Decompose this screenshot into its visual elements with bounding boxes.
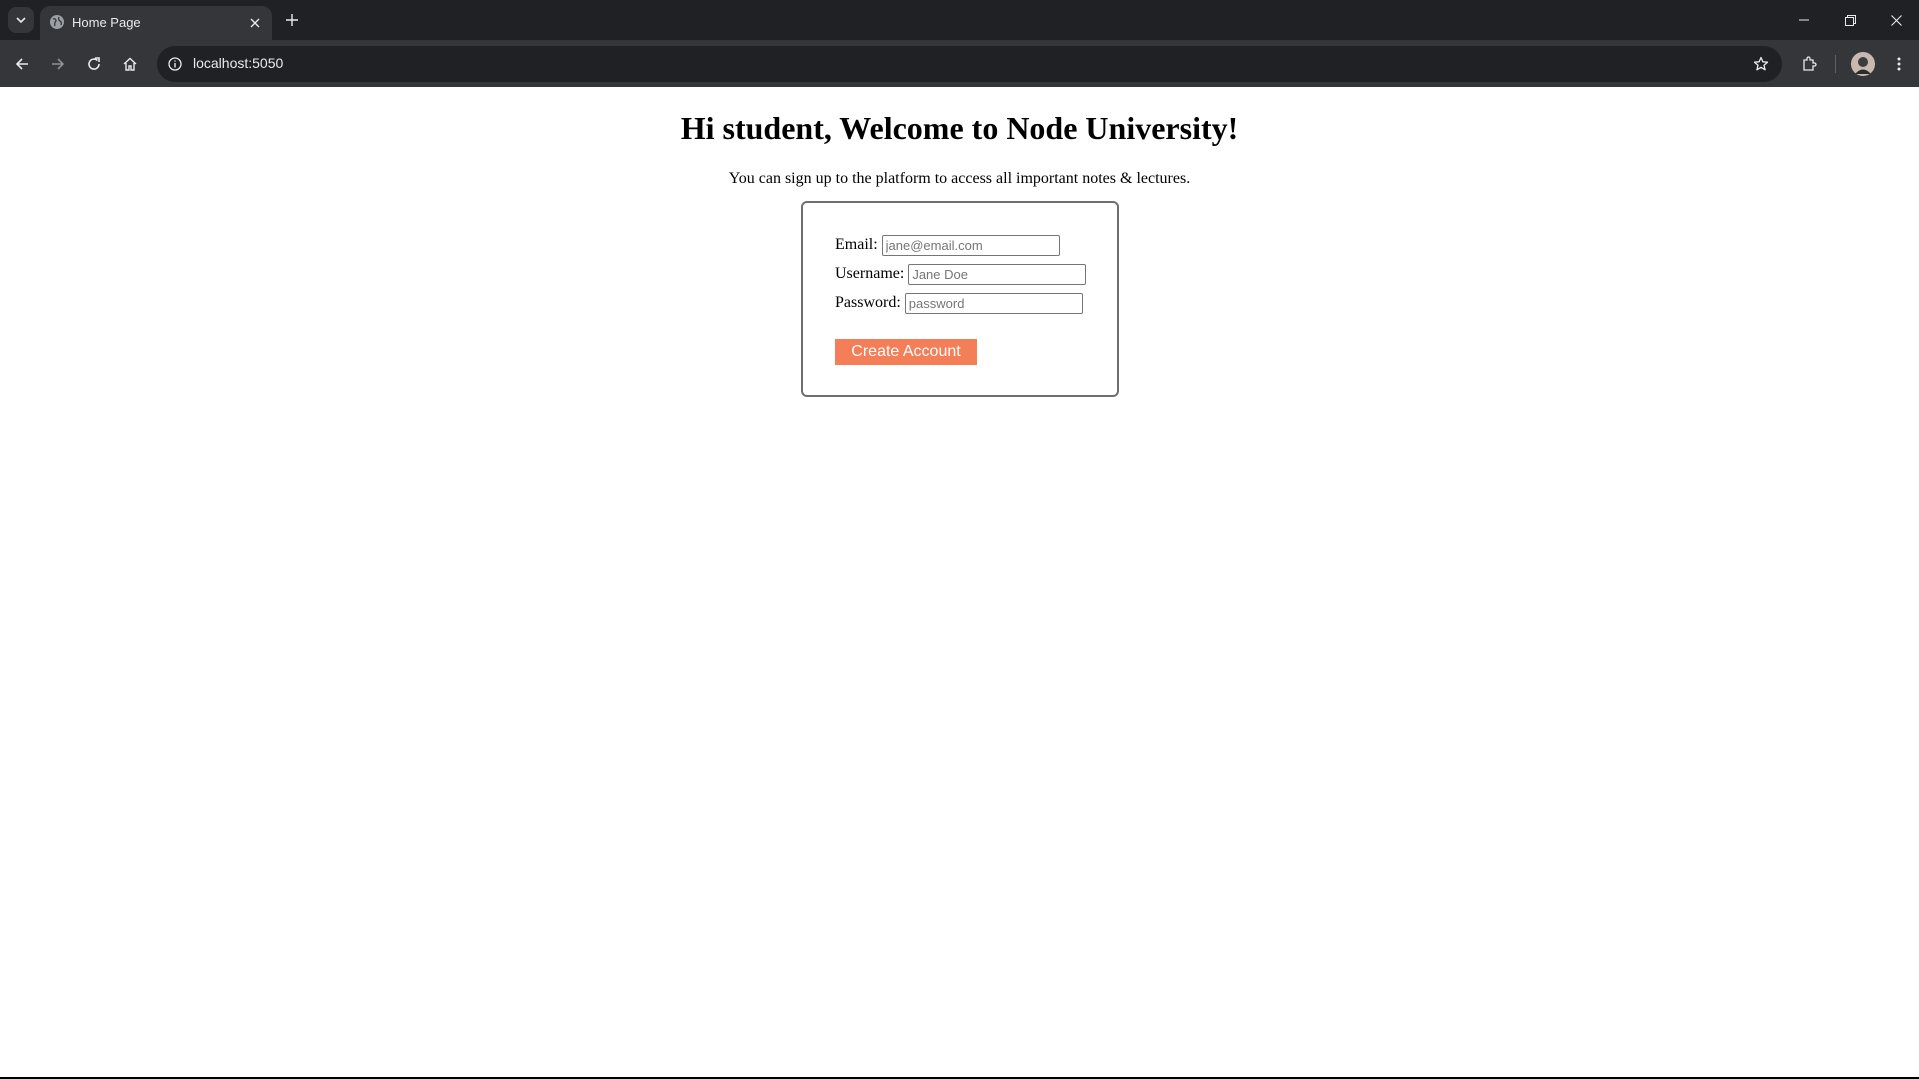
password-row: Password:: [835, 292, 1083, 314]
address-url: localhost:5050: [193, 55, 284, 71]
username-field[interactable]: [908, 263, 1087, 285]
avatar[interactable]: [1851, 52, 1875, 76]
email-field[interactable]: [881, 234, 1060, 256]
toolbar-divider: [1835, 55, 1836, 73]
minimize-icon[interactable]: [1781, 0, 1827, 40]
email-row: Email:: [835, 234, 1060, 256]
browser-toolbar: localhost:5050: [0, 40, 1919, 87]
username-row: Username:: [835, 263, 1087, 285]
password-field[interactable]: [904, 292, 1083, 314]
back-icon[interactable]: [8, 50, 36, 78]
globe-icon: [49, 14, 65, 30]
page-title: Hi student, Welcome to Node University!: [680, 110, 1239, 146]
reload-icon[interactable]: [80, 50, 108, 78]
star-icon[interactable]: [1750, 53, 1772, 75]
signup-form: Email: Username: Password: Create Accoun…: [801, 201, 1119, 397]
tab-title: Home Page: [72, 15, 141, 30]
forward-icon[interactable]: [44, 50, 72, 78]
close-window-icon[interactable]: [1873, 0, 1919, 40]
info-icon[interactable]: [165, 54, 185, 74]
username-label: Username:: [835, 265, 905, 282]
email-label: Email:: [835, 236, 878, 253]
password-label: Password:: [835, 294, 901, 311]
more-icon[interactable]: [1885, 50, 1913, 78]
plus-icon[interactable]: [280, 8, 304, 32]
restore-icon[interactable]: [1827, 0, 1873, 40]
home-icon[interactable]: [116, 50, 144, 78]
extensions-icon[interactable]: [1795, 50, 1823, 78]
address-bar[interactable]: localhost:5050: [157, 46, 1782, 82]
tab-list-icon[interactable]: [8, 7, 34, 33]
page-subtitle: You can sign up to the platform to acces…: [728, 170, 1191, 187]
page-content: Hi student, Welcome to Node University! …: [0, 87, 1919, 1079]
browser-tab[interactable]: Home Page: [40, 6, 272, 40]
close-icon[interactable]: [246, 14, 264, 32]
browser-tab-strip: Home Page: [0, 0, 1919, 40]
create-account-button[interactable]: Create Account: [835, 339, 977, 365]
